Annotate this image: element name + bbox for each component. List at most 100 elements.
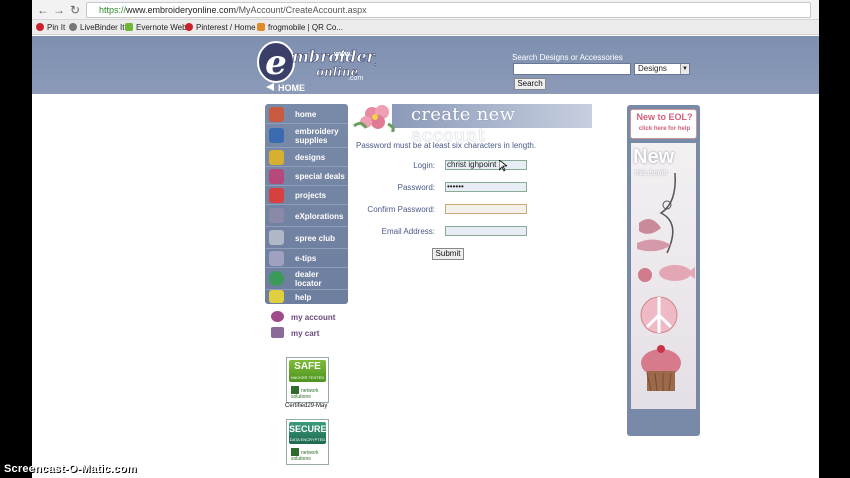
nav-label: designs: [295, 153, 326, 162]
certified-text: Certified29-May: [285, 403, 328, 409]
side-nav: home embroidery supplies designs special…: [265, 104, 348, 304]
globe-icon: [269, 271, 284, 286]
password-label: Password:: [397, 183, 435, 192]
promo-banner[interactable]: New to EOL? click here for help New this…: [627, 105, 700, 436]
browser-window: ← → ↻ https://www.embroideryonline.com/M…: [32, 0, 819, 478]
nav-label: projects: [295, 191, 327, 200]
nav-label: dealer locator: [295, 270, 322, 288]
promo-this-month: this month: [635, 170, 668, 177]
secure-badge[interactable]: SECURE DATA ENCRYPTED network solutions: [286, 419, 329, 465]
logo-letter: e: [265, 43, 287, 83]
needle-icon: [269, 208, 284, 223]
promo-new-heading: New: [633, 146, 675, 168]
logo-dotcom: .com: [348, 75, 363, 82]
url-scheme: https://: [99, 5, 127, 15]
page-title: create new account: [411, 104, 516, 146]
site-header: e mbroidery www. online .com HOME Search…: [32, 36, 819, 94]
recording-watermark: Screencast-O-Matic.com: [4, 463, 137, 475]
bookmark-label: Evernote Web: [136, 23, 187, 32]
evernote-icon: [125, 23, 133, 31]
globe-icon: [69, 23, 77, 31]
spree-icon: [269, 230, 284, 245]
login-label: Login:: [413, 161, 435, 170]
logo-www: www.: [333, 51, 352, 58]
nav-item-e-tips[interactable]: e-tips: [265, 249, 348, 268]
nav-label: spree club: [295, 234, 336, 243]
fish-icon: [659, 265, 691, 281]
thread-spool-icon: [269, 128, 284, 143]
bookmark-label: LiveBinder It: [80, 23, 125, 32]
my-account-link[interactable]: my account: [271, 311, 335, 322]
submit-button[interactable]: Submit: [432, 248, 464, 260]
chevron-down-icon: ▼: [680, 64, 689, 74]
pinterest-icon: [185, 23, 193, 31]
new-to-eol-sub: click here for help: [638, 126, 691, 132]
nav-item-embroidery-supplies[interactable]: embroidery supplies: [265, 124, 348, 148]
bookmarks-bar: Pin It LiveBinder It Evernote Web Pinter…: [32, 20, 819, 35]
nav-label: e-tips: [295, 254, 317, 263]
my-cart-label: my cart: [291, 329, 320, 338]
cart-icon: [271, 327, 284, 338]
tips-icon: [269, 251, 284, 266]
new-to-eol-button[interactable]: New to EOL? click here for help: [630, 109, 697, 139]
forward-icon[interactable]: →: [52, 3, 66, 17]
secure-badge-sub: DATA ENCRYPTED: [289, 437, 326, 442]
back-icon[interactable]: ←: [36, 3, 50, 17]
designs-icon: [269, 150, 284, 165]
bookmark-livebinder[interactable]: LiveBinder It: [69, 21, 124, 34]
confirm-password-input[interactable]: [445, 204, 527, 214]
bookmark-evernote[interactable]: Evernote Web: [125, 21, 187, 34]
flower-icon: [353, 105, 395, 134]
safe-badge[interactable]: SAFE HACKER TESTED network solutions: [286, 357, 329, 403]
tag-icon: [269, 169, 284, 184]
site-logo[interactable]: e mbroidery www. online .com HOME: [256, 40, 386, 93]
nav-label: home: [295, 110, 317, 119]
title-banner: create new account: [352, 102, 592, 146]
bookmark-label: Pin It: [47, 23, 66, 32]
ns-icon: [291, 448, 299, 456]
my-cart-link[interactable]: my cart: [271, 327, 319, 338]
safe-badge-sub: HACKER TESTED: [290, 375, 325, 380]
bookmark-label: frogmobile | QR Co...: [268, 23, 343, 32]
nav-label: embroidery supplies: [295, 127, 339, 145]
logo-home: HOME: [278, 83, 305, 92]
nav-item-dealer-locator[interactable]: dealer locator: [265, 268, 348, 290]
nav-label: special deals: [295, 172, 345, 181]
url-host: www.embroideryonline.com: [126, 5, 237, 15]
reload-icon[interactable]: ↻: [68, 3, 82, 17]
chandelier-icon: [659, 172, 676, 254]
ns-icon: [291, 386, 299, 394]
password-input[interactable]: ••••••: [445, 182, 527, 192]
nav-label: help: [295, 293, 312, 302]
nav-item-help[interactable]: help: [265, 290, 348, 304]
nav-item-home[interactable]: home: [265, 105, 348, 124]
main-content: home embroidery supplies designs special…: [32, 94, 819, 478]
ornament-icon: [639, 219, 661, 234]
search-label: Search Designs or Accessories: [512, 53, 623, 62]
house-icon: [269, 107, 284, 122]
shirt-icon: [269, 188, 284, 203]
search-input[interactable]: [513, 63, 631, 75]
login-input[interactable]: christ ighpoint: [445, 160, 527, 170]
my-account-label: my account: [291, 313, 336, 322]
frog-icon: [257, 23, 265, 31]
bookmark-pinterest[interactable]: Pinterest / Home: [185, 21, 256, 34]
network-solutions-logo: network solutions: [291, 448, 325, 462]
email-label: Email Address:: [381, 227, 435, 236]
promo-artwork: New this month: [631, 143, 696, 409]
bookmark-frogmobile[interactable]: frogmobile | QR Co...: [257, 21, 343, 34]
confirm-password-label: Confirm Password:: [367, 205, 435, 214]
browser-toolbar: ← → ↻ https://www.embroideryonline.com/M…: [32, 0, 819, 20]
category-value: Designs: [638, 64, 667, 73]
search-button[interactable]: Search: [514, 78, 546, 90]
bookmark-pin-it[interactable]: Pin It: [36, 21, 65, 34]
help-icon: [269, 290, 284, 303]
address-bar[interactable]: https://www.embroideryonline.com/MyAccou…: [86, 2, 811, 18]
home-arrow-icon: [266, 83, 274, 91]
bookmark-label: Pinterest / Home: [196, 23, 256, 32]
password-note: Password must be at least six characters…: [356, 141, 537, 150]
network-solutions-logo: network solutions: [291, 386, 325, 400]
category-select[interactable]: Designs ▼: [634, 63, 690, 75]
pin-icon: [36, 23, 44, 31]
email-input[interactable]: [445, 226, 527, 236]
